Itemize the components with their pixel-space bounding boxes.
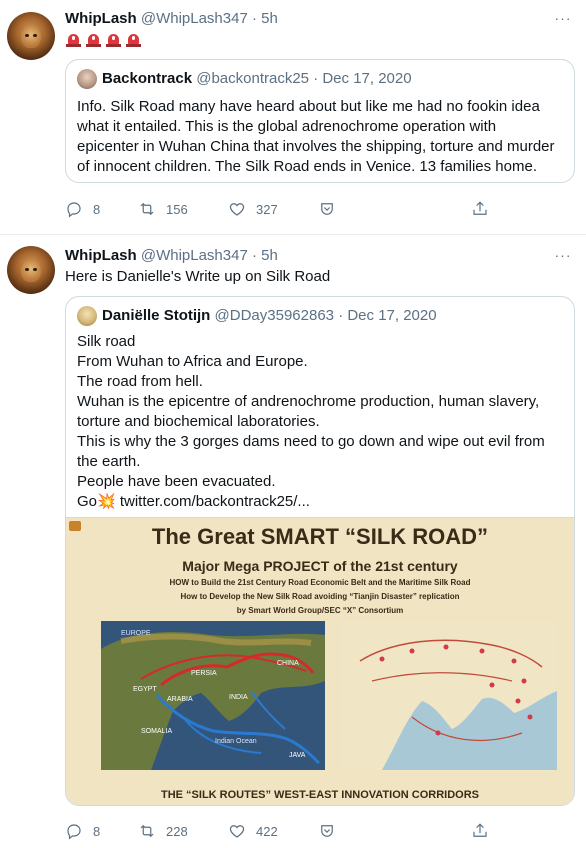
reply-button[interactable]: 8 xyxy=(65,199,100,219)
map-label: PERSIA xyxy=(191,670,217,677)
share-icon xyxy=(473,201,487,215)
retweet-button[interactable]: 228 xyxy=(138,821,188,841)
quoted-header: Backontrack @backontrack25 · Dec 17, 202… xyxy=(102,69,412,89)
downvote-icon xyxy=(321,825,333,837)
author-name[interactable]: WhipLash xyxy=(65,10,137,27)
heart-icon xyxy=(229,825,245,838)
infographic-subtitle: Major Mega PROJECT of the 21st century xyxy=(182,558,458,574)
quoted-date: · Dec 17, 2020 xyxy=(338,307,437,324)
share-button[interactable] xyxy=(471,821,499,841)
author-name[interactable]: WhipLash xyxy=(65,247,137,264)
reply-button[interactable]: 8 xyxy=(65,821,100,841)
quoted-avatar[interactable] xyxy=(77,69,97,89)
quoted-text: Silk road From Wuhan to Africa and Europ… xyxy=(77,332,563,512)
heart-icon xyxy=(229,203,245,216)
silk-road-map-right xyxy=(342,621,557,770)
tweet-actions: 8 156 327 xyxy=(65,199,495,219)
quoted-author-handle: @backontrack25 xyxy=(196,70,310,87)
retweet-icon xyxy=(140,202,154,216)
map-label: EUROPE xyxy=(121,630,151,637)
map-label: ARABIA xyxy=(167,696,193,703)
map-label: INDIA xyxy=(229,694,248,701)
downvote-button[interactable] xyxy=(318,199,346,219)
quoted-tweet[interactable]: Backontrack @backontrack25 · Dec 17, 202… xyxy=(65,59,575,183)
share-button[interactable] xyxy=(471,199,499,219)
map-label: CHINA xyxy=(277,660,299,667)
reply-icon xyxy=(67,824,81,840)
tweet-header: WhipLash @WhipLash347 · 5h xyxy=(65,246,278,266)
share-icon xyxy=(473,823,487,837)
siren-emoji-row xyxy=(65,30,145,50)
quoted-header: Daniëlle Stotijn @DDay35962863 · Dec 17,… xyxy=(102,306,437,326)
reply-icon xyxy=(67,202,81,218)
infographic-title: The Great SMART “SILK ROAD” xyxy=(151,524,489,549)
downvote-button[interactable] xyxy=(318,821,346,841)
more-options-icon[interactable]: ··· xyxy=(554,246,572,264)
infographic-line: How to Develop the New Silk Road avoidin… xyxy=(180,592,460,601)
tweet-text: Here is Danielle's Write up on Silk Road xyxy=(65,268,331,285)
quoted-tweet[interactable]: Daniëlle Stotijn @DDay35962863 · Dec 17,… xyxy=(65,296,575,806)
quoted-text: Info. Silk Road many have heard about bu… xyxy=(77,98,555,175)
silk-road-infographic[interactable]: The Great SMART “SILK ROAD” Major Mega P… xyxy=(66,517,574,805)
tweet[interactable]: WhipLash @WhipLash347 · 5h ··· Here is D… xyxy=(0,235,586,848)
quoted-link-line[interactable]: Go💥 twitter.com/backontrack25/... xyxy=(77,492,563,512)
siren-icon xyxy=(85,32,102,48)
map-label: JAVA xyxy=(289,752,306,759)
retweet-button[interactable]: 156 xyxy=(138,199,188,219)
downvote-icon xyxy=(321,203,333,215)
tweet-header: WhipLash @WhipLash347 · 5h xyxy=(65,9,278,29)
like-button[interactable]: 327 xyxy=(228,199,278,219)
tweet[interactable]: WhipLash @WhipLash347 · 5h ··· Backontra… xyxy=(0,0,586,235)
author-handle[interactable]: @WhipLash347 xyxy=(141,10,248,27)
author-handle[interactable]: @WhipLash347 xyxy=(141,247,248,264)
map-label: EGYPT xyxy=(133,686,157,693)
infographic-footer: THE “SILK ROUTES” WEST-EAST INNOVATION C… xyxy=(161,789,479,801)
map-label: SOMALIA xyxy=(141,728,172,735)
more-options-icon[interactable]: ··· xyxy=(554,9,572,27)
quoted-author-name: Daniëlle Stotijn xyxy=(102,307,211,324)
quoted-date: · Dec 17, 2020 xyxy=(313,70,412,87)
siren-icon xyxy=(105,32,122,48)
tweet-time[interactable]: · 5h xyxy=(252,247,278,264)
avatar[interactable] xyxy=(7,246,55,294)
tweet-actions: 8 228 422 xyxy=(65,821,495,841)
tweet-time[interactable]: · 5h xyxy=(252,10,278,27)
silk-road-map-left: EUROPE EGYPT ARABIA PERSIA INDIA CHINA S… xyxy=(101,621,325,770)
quoted-author-name: Backontrack xyxy=(102,70,193,87)
infographic-line: HOW to Build the 21st Century Road Econo… xyxy=(169,578,471,587)
siren-icon xyxy=(125,32,142,48)
map-label: Indian Ocean xyxy=(215,738,257,745)
quoted-avatar[interactable] xyxy=(77,306,97,326)
avatar[interactable] xyxy=(7,12,55,60)
siren-icon xyxy=(65,32,82,48)
quoted-author-handle: @DDay35962863 xyxy=(214,307,335,324)
infographic-line: by Smart World Group/SEC “X” Consortium xyxy=(236,606,404,615)
retweet-icon xyxy=(140,824,154,838)
like-button[interactable]: 422 xyxy=(228,821,278,841)
